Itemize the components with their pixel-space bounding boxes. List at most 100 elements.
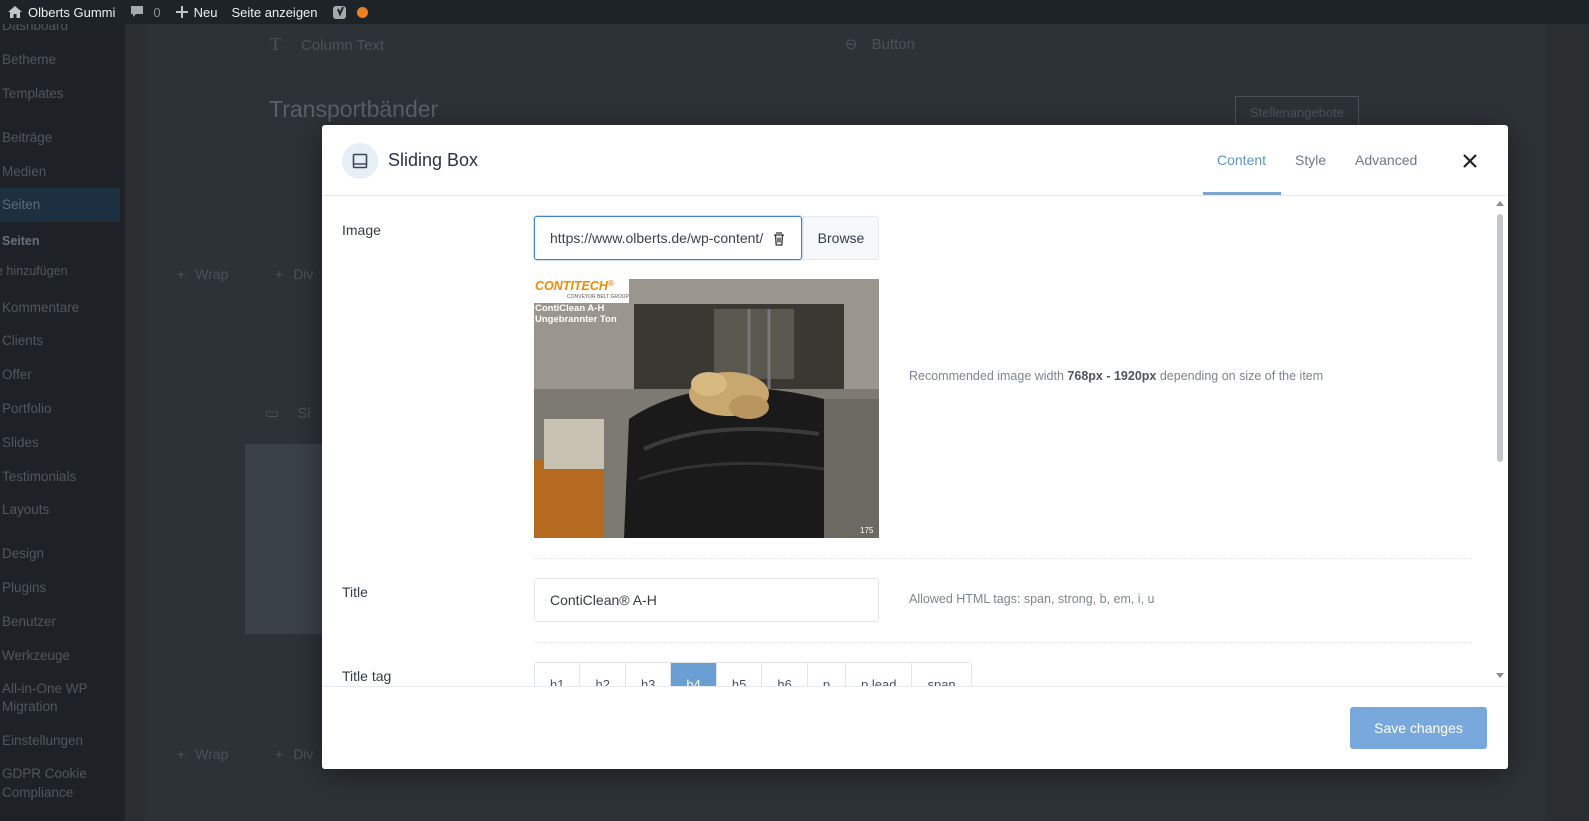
close-icon[interactable]	[1460, 151, 1480, 171]
div-button-2[interactable]: + Div	[275, 746, 313, 762]
browse-button[interactable]: Browse	[803, 216, 879, 260]
scroll-up-icon[interactable]	[1496, 201, 1504, 206]
view-page-label: Seite anzeigen	[231, 4, 318, 20]
modal-footer: Save changes	[322, 686, 1508, 769]
menu-item-testimonials[interactable]: Testimonials	[2, 468, 122, 486]
hint-prefix: Recommended image width	[909, 369, 1068, 383]
tab-style[interactable]: Style	[1295, 152, 1326, 168]
menu-item-clients[interactable]: Clients	[2, 332, 122, 350]
sliding-box-item-bg[interactable]: ▭ Sl	[265, 404, 311, 422]
menu-item-werkzeuge[interactable]: Werkzeuge	[2, 647, 122, 665]
bg-image-thumbnail	[245, 444, 325, 634]
comments-count: 0	[153, 4, 161, 20]
modal-title: Sliding Box	[388, 150, 479, 170]
sliding-box-icon: ▭	[265, 405, 280, 422]
div-button-1[interactable]: + Div	[275, 266, 313, 282]
site-name: Olberts Gummi	[28, 4, 116, 20]
preview-subbrand: CONVEYOR BELT GROUP	[567, 294, 629, 300]
image-url-input[interactable]: https://www.olberts.de/wp-content/	[534, 216, 802, 260]
title-tag-selector: h1 h2 h3 h4 h5 h6 p p.lead span	[534, 662, 972, 686]
new-content-link[interactable]: Neu	[168, 0, 225, 24]
sliding-box-modal: Sliding Box Content Style Advanced Image…	[322, 125, 1508, 769]
plus-icon: +	[177, 266, 186, 282]
divider	[534, 642, 1472, 643]
title-input[interactable]: ContiClean® A-H	[534, 578, 879, 622]
scroll-down-icon[interactable]	[1496, 673, 1504, 678]
menu-item-medien[interactable]: Medien	[2, 163, 122, 181]
trash-icon[interactable]	[771, 231, 787, 247]
button-item[interactable]: ⊖ Button	[845, 35, 915, 53]
menu-item-plugins[interactable]: Plugins	[2, 579, 122, 597]
plus-icon: +	[275, 746, 284, 762]
menu-item-templates[interactable]: Templates	[2, 85, 122, 103]
tag-option-p-lead[interactable]: p.lead	[846, 663, 913, 686]
tag-option-h2[interactable]: h2	[580, 663, 626, 686]
modal-header: Sliding Box Content Style Advanced	[322, 125, 1508, 196]
wrap-button-1[interactable]: + Wrap	[177, 266, 228, 282]
view-page-link[interactable]: Seite anzeigen	[225, 0, 325, 24]
menu-item-einstellungen[interactable]: Einstellungen	[2, 732, 122, 750]
site-home-link[interactable]: Olberts Gummi	[0, 0, 122, 24]
submenu-item-seiten[interactable]: Seiten	[2, 232, 122, 250]
wrap-label-1: Wrap	[195, 266, 229, 282]
menu-item-beitraege[interactable]: Beiträge	[2, 129, 122, 147]
yoast-menu[interactable]	[325, 0, 375, 24]
title-tags-hint: Allowed HTML tags: span, strong, b, em, …	[909, 592, 1155, 606]
tag-option-p[interactable]: p	[807, 663, 847, 686]
menu-item-slides[interactable]: Slides	[2, 434, 122, 452]
admin-sidebar: Dashboard Betheme Templates Beiträge Med…	[0, 24, 125, 821]
div-label-1: Div	[293, 266, 314, 282]
tag-option-span[interactable]: span	[912, 663, 971, 686]
image-label: Image	[342, 222, 381, 238]
submenu-item-add-page[interactable]: e hinzufügen	[0, 262, 116, 280]
modal-scrollbar[interactable]	[1494, 201, 1506, 683]
tag-option-h4[interactable]: h4	[671, 663, 717, 686]
menu-item-offer[interactable]: Offer	[2, 366, 122, 384]
div-label-2: Div	[293, 746, 314, 762]
menu-item-portfolio[interactable]: Portfolio	[2, 400, 122, 418]
menu-item-benutzer[interactable]: Benutzer	[2, 613, 122, 631]
plus-icon: +	[275, 266, 284, 282]
column-text-item[interactable]: T Column Text	[270, 34, 384, 55]
heading-transportbaender: Transportbänder	[269, 96, 439, 122]
notification-dot-icon	[356, 6, 368, 18]
preview-brand-text: CONTITECH	[535, 279, 608, 293]
menu-item-migration-line1[interactable]: All-in-One WP	[2, 680, 122, 698]
image-preview: CONTITECH® CONVEYOR BELT GROUP ContiClea…	[534, 279, 879, 538]
menu-item-design[interactable]: Design	[2, 545, 122, 563]
text-icon: T	[270, 34, 281, 54]
plus-icon	[175, 6, 188, 18]
preview-caption-2: Ungebrannter Ton	[535, 314, 617, 325]
column-text-label: Column Text	[301, 37, 385, 54]
menu-item-dashboard[interactable]: Dashboard	[2, 24, 122, 35]
comment-icon	[131, 6, 144, 17]
yoast-icon	[332, 6, 346, 19]
tag-option-h1[interactable]: h1	[535, 663, 581, 686]
preview-brand-mark: ®	[607, 279, 614, 288]
tag-option-h6[interactable]: h6	[762, 663, 808, 686]
new-label: Neu	[193, 4, 218, 20]
menu-item-kommentare[interactable]: Kommentare	[2, 299, 122, 317]
hint-suffix: depending on size of the item	[1156, 369, 1324, 383]
tag-option-h5[interactable]: h5	[716, 663, 763, 686]
preview-brand: CONTITECH®	[535, 279, 614, 293]
sliding-box-icon	[342, 143, 378, 179]
scroll-thumb[interactable]	[1497, 214, 1503, 462]
save-changes-button[interactable]: Save changes	[1350, 707, 1487, 749]
home-icon	[8, 6, 22, 18]
wrap-label-2: Wrap	[195, 746, 229, 762]
tab-content[interactable]: Content	[1217, 152, 1266, 168]
wrap-button-2[interactable]: + Wrap	[177, 746, 228, 762]
menu-item-migration-line2[interactable]: Migration	[2, 698, 122, 716]
title-tag-label: Title tag	[342, 668, 392, 684]
divider	[534, 558, 1472, 559]
menu-item-gdpr-line1[interactable]: GDPR Cookie	[2, 765, 122, 783]
tab-advanced[interactable]: Advanced	[1355, 152, 1417, 168]
menu-item-betheme[interactable]: Betheme	[2, 51, 122, 69]
menu-item-gdpr-line2[interactable]: Compliance	[2, 784, 122, 802]
comments-link[interactable]: 0	[122, 0, 167, 24]
modal-body: Image https://www.olberts.de/wp-content/…	[322, 196, 1508, 686]
tag-option-h3[interactable]: h3	[625, 663, 672, 686]
menu-item-seiten[interactable]: Seiten	[0, 188, 120, 222]
menu-item-layouts[interactable]: Layouts	[2, 501, 122, 519]
